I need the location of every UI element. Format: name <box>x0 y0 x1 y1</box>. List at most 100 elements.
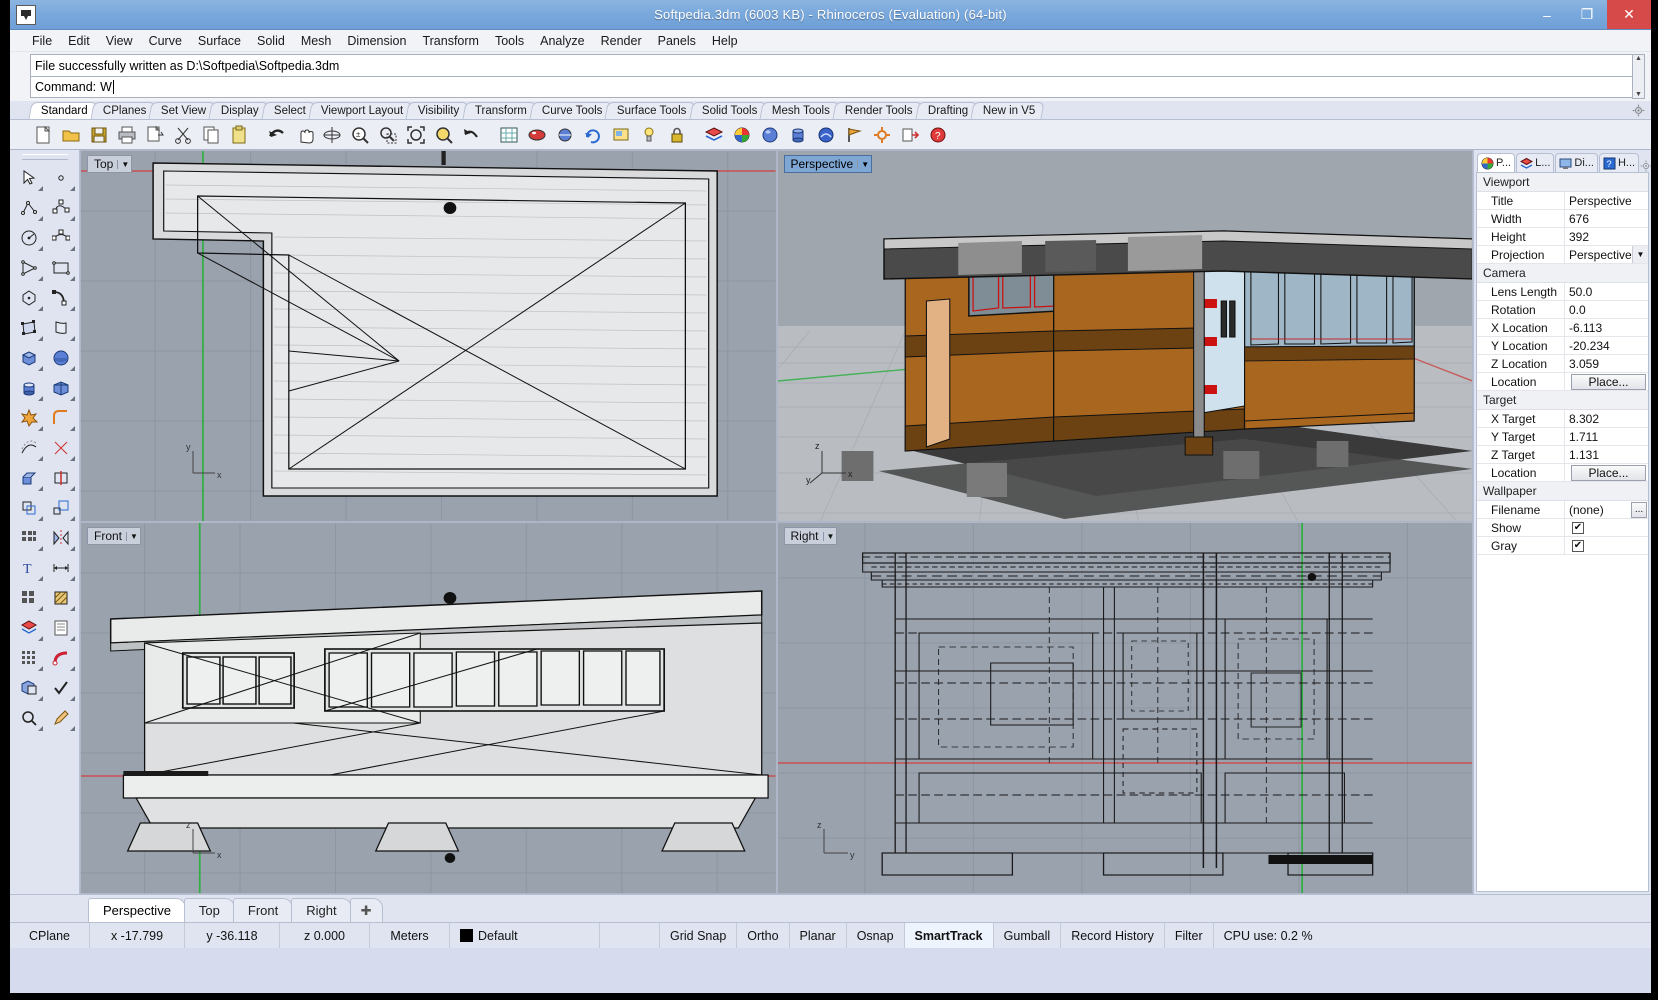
property-value[interactable]: 1.131 <box>1565 446 1648 463</box>
menu-item-edit[interactable]: Edit <box>60 32 98 50</box>
check-icon[interactable] <box>45 673 77 703</box>
chevron-down-icon[interactable]: ▼ <box>117 160 129 169</box>
menu-item-dimension[interactable]: Dimension <box>339 32 414 50</box>
toolbar-tab-cplanes[interactable]: CPlanes <box>90 102 155 119</box>
command-input[interactable]: Command: W <box>30 76 1645 98</box>
annotate-icon[interactable] <box>45 703 77 733</box>
checkbox[interactable]: ✔ <box>1572 522 1584 534</box>
curve-icon[interactable] <box>45 193 77 223</box>
scroll-down-icon[interactable]: ▼ <box>1635 91 1642 98</box>
viewport-tab-front[interactable]: Front <box>233 898 293 922</box>
toolbar-tab-select[interactable]: Select <box>262 102 316 119</box>
menu-item-panels[interactable]: Panels <box>650 32 704 50</box>
cylinder-icon[interactable] <box>13 373 45 403</box>
toolbar-tab-set-view[interactable]: Set View <box>149 102 216 119</box>
shade-icon[interactable] <box>524 122 550 148</box>
toolbar-tab-mesh-tools[interactable]: Mesh Tools <box>760 102 840 119</box>
properties-icon[interactable] <box>45 613 77 643</box>
layers-icon[interactable] <box>13 613 45 643</box>
extrude-icon[interactable] <box>13 463 45 493</box>
toolbar-tab-display[interactable]: Display <box>209 102 269 119</box>
trim-icon[interactable] <box>45 433 77 463</box>
chevron-down-icon[interactable]: ▼ <box>126 532 138 541</box>
panel-tab-properties[interactable]: P... <box>1477 153 1515 172</box>
status-x-coordinate[interactable]: x -17.799 <box>90 923 185 948</box>
status-toggle-grid-snap[interactable]: Grid Snap <box>660 923 737 948</box>
pan-icon[interactable] <box>291 122 317 148</box>
rotate-icon[interactable] <box>580 122 606 148</box>
triangle-icon[interactable] <box>13 253 45 283</box>
toolbar-tab-viewport-layout[interactable]: Viewport Layout <box>309 102 413 119</box>
property-value[interactable]: -20.234 <box>1565 337 1648 354</box>
browse-button[interactable]: ... <box>1631 502 1647 518</box>
maximize-button[interactable]: ❐ <box>1567 0 1607 29</box>
toolbar-tab-drafting[interactable]: Drafting <box>915 102 977 119</box>
sphere-icon[interactable] <box>45 343 77 373</box>
property-value[interactable]: 676 <box>1565 210 1648 227</box>
status-units[interactable]: Meters <box>370 923 450 948</box>
panel-tab-help[interactable]: ?H... <box>1599 153 1639 172</box>
viewport-label-top[interactable]: Top ▼ <box>87 155 132 173</box>
viewport-label-right[interactable]: Right ▼ <box>784 527 838 545</box>
property-value[interactable]: 3.059 <box>1565 355 1648 372</box>
panel-tab-display[interactable]: Di... <box>1555 153 1598 172</box>
color-wheel-icon[interactable] <box>729 122 755 148</box>
hatch-icon[interactable] <box>45 583 77 613</box>
status-toggle-ortho[interactable]: Ortho <box>737 923 789 948</box>
menu-item-file[interactable]: File <box>24 32 60 50</box>
menu-item-tools[interactable]: Tools <box>487 32 532 50</box>
viewport-tab-right[interactable]: Right <box>291 898 351 922</box>
transform-icon[interactable] <box>13 493 45 523</box>
viewport-front[interactable]: Front ▼ <box>81 523 776 893</box>
control-points-icon[interactable] <box>45 223 77 253</box>
menu-item-render[interactable]: Render <box>593 32 650 50</box>
mesh-box-icon[interactable] <box>45 373 77 403</box>
arc-curve-icon[interactable] <box>45 283 77 313</box>
analyze-icon[interactable] <box>13 703 45 733</box>
status-toggle-filter[interactable]: Filter <box>1165 923 1214 948</box>
copy-to-clipboard-icon[interactable] <box>142 122 168 148</box>
menu-item-help[interactable]: Help <box>704 32 746 50</box>
grid-array-icon[interactable] <box>13 643 45 673</box>
zoom-selected-icon[interactable] <box>431 122 457 148</box>
point-icon[interactable] <box>45 163 77 193</box>
viewport-tab-top[interactable]: Top <box>184 898 235 922</box>
checkbox[interactable]: ✔ <box>1572 540 1584 552</box>
status-y-coordinate[interactable]: y -36.118 <box>185 923 280 948</box>
dimension-icon[interactable] <box>45 553 77 583</box>
menu-item-mesh[interactable]: Mesh <box>293 32 340 50</box>
property-value[interactable]: 392 <box>1565 228 1648 245</box>
help-icon[interactable]: ? <box>925 122 951 148</box>
property-value[interactable]: 1.711 <box>1565 428 1648 445</box>
toolbar-tab-curve-tools[interactable]: Curve Tools <box>529 102 612 119</box>
render-icon[interactable] <box>813 122 839 148</box>
menu-item-transform[interactable]: Transform <box>414 32 487 50</box>
property-value[interactable]: 8.302 <box>1565 410 1648 427</box>
offset-icon[interactable] <box>13 433 45 463</box>
select-arrow-icon[interactable] <box>13 163 45 193</box>
fillet-icon[interactable] <box>45 403 77 433</box>
copy-icon[interactable] <box>198 122 224 148</box>
pipe-icon[interactable] <box>45 643 77 673</box>
place-button[interactable]: Place... <box>1571 374 1646 390</box>
zoom-window-icon[interactable] <box>375 122 401 148</box>
split-icon[interactable] <box>45 463 77 493</box>
viewport-right[interactable]: Right ▼ <box>778 523 1473 893</box>
chevron-down-icon[interactable]: ▼ <box>823 532 835 541</box>
print-icon[interactable] <box>114 122 140 148</box>
status-layer[interactable]: Default <box>450 923 600 948</box>
viewport-perspective[interactable]: Perspective ▼ <box>778 151 1473 521</box>
grid-icon[interactable] <box>496 122 522 148</box>
menu-item-solid[interactable]: Solid <box>249 32 293 50</box>
toolbar-tab-standard[interactable]: Standard <box>29 102 98 119</box>
named-view-icon[interactable] <box>608 122 634 148</box>
viewport-label-perspective[interactable]: Perspective ▼ <box>784 155 873 173</box>
settings-icon[interactable] <box>869 122 895 148</box>
menu-item-surface[interactable]: Surface <box>190 32 249 50</box>
export-icon[interactable] <box>897 122 923 148</box>
cylinder-icon[interactable] <box>785 122 811 148</box>
status-toggle-gumball[interactable]: Gumball <box>994 923 1062 948</box>
polygon-icon[interactable] <box>13 283 45 313</box>
boolean-icon[interactable] <box>13 673 45 703</box>
toolbar-tab-transform[interactable]: Transform <box>462 102 536 119</box>
